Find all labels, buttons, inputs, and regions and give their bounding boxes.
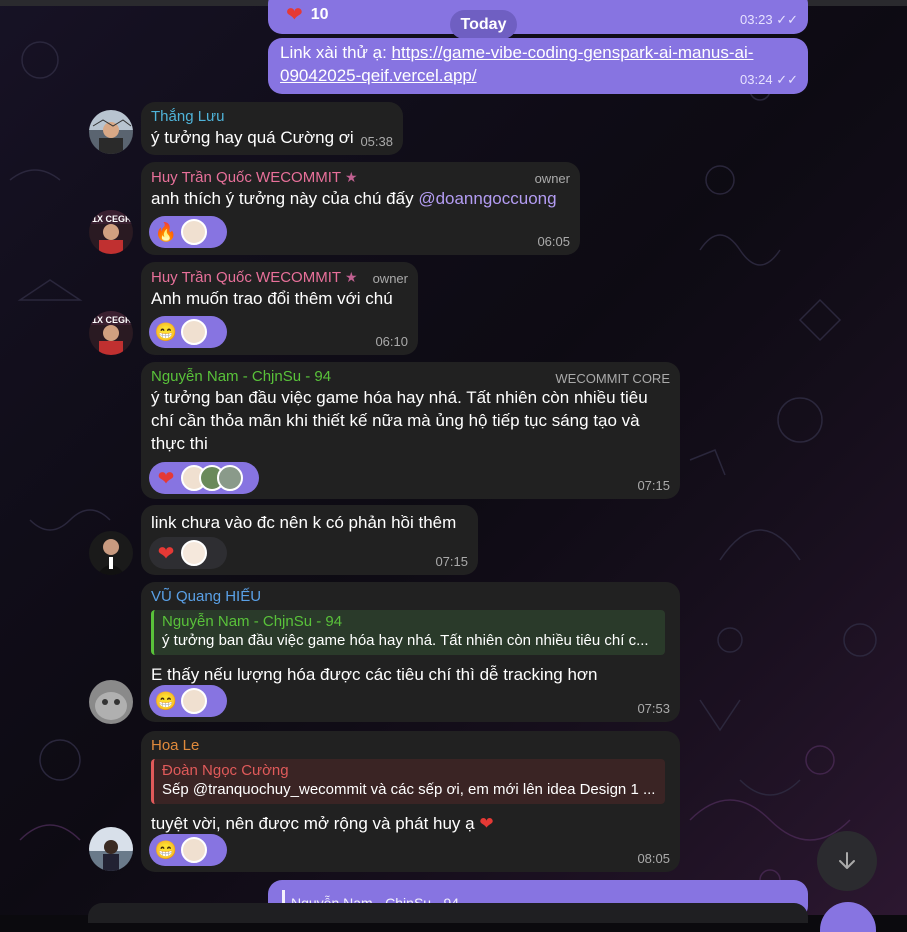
- message-bubble[interactable]: Huy Trần Quốc WECOMMIT ★ owner Anh muốn t…: [141, 262, 418, 355]
- message-time: 08:05: [637, 851, 670, 866]
- message-time: 06:05: [537, 234, 570, 249]
- reaction-chip[interactable]: ❤: [149, 462, 259, 494]
- avatar[interactable]: [89, 827, 133, 871]
- reactor-avatar: [181, 540, 207, 566]
- svg-text:1X CEGR: 1X CEGR: [92, 315, 132, 325]
- avatar[interactable]: [89, 110, 133, 154]
- message-text: E thấy nếu lượng hóa được các tiêu chí t…: [151, 665, 598, 684]
- reply-text: Sếp @tranquochuy_wecommit và các sếp ơi,…: [162, 781, 656, 798]
- reply-preview[interactable]: Nguyễn Nam - ChjnSu - 94: [282, 890, 794, 904]
- send-button[interactable]: [820, 902, 876, 932]
- message-text: Anh muốn trao đổi thêm với chú: [151, 289, 393, 308]
- message-text: link chưa vào đc nên k có phản hồi thêm: [151, 513, 457, 532]
- reactor-avatar: [181, 837, 207, 863]
- svg-text:1X CEGR: 1X CEGR: [92, 214, 132, 224]
- mention-link[interactable]: @doanngoccuong: [418, 189, 556, 208]
- message-text: ý tưởng ban đầu việc game hóa hay nhá. T…: [151, 388, 648, 453]
- arrow-down-icon: [839, 852, 855, 869]
- double-check-icon: ✓✓: [776, 12, 798, 27]
- message-time: 06:10: [375, 334, 408, 349]
- message-text: anh thích ý tưởng này của chú đấy @doann…: [151, 189, 557, 208]
- reactor-avatar: [217, 465, 243, 491]
- star-icon: ★: [345, 269, 358, 285]
- message-text: tuyệt vời, nên được mở rộng và phát huy …: [151, 814, 494, 833]
- message-bubble-outgoing[interactable]: ❤ 10 03:23 ✓✓: [268, 0, 808, 34]
- reply-preview[interactable]: Nguyễn Nam - ChjnSu - 94 ý tưởng ban đầu…: [151, 610, 665, 655]
- reply-sender-name: Đoàn Ngọc Cường: [162, 762, 289, 779]
- reaction-chip[interactable]: 😁: [149, 834, 227, 866]
- heart-icon: ❤: [286, 4, 303, 26]
- scroll-down-button[interactable]: [817, 831, 877, 891]
- message-text: ý tưởng hay quá Cường ơi: [151, 128, 354, 147]
- sender-name[interactable]: Huy Trần Quốc WECOMMIT ★: [151, 268, 408, 287]
- message-time: 03:24 ✓✓: [740, 72, 798, 87]
- heart-icon: ❤: [157, 467, 175, 490]
- date-divider: Today: [450, 10, 517, 39]
- reaction-chip[interactable]: 🔥: [149, 216, 227, 248]
- reply-text: ý tưởng ban đầu việc game hóa hay nhá. T…: [162, 632, 649, 649]
- avatar[interactable]: 1X CEGR: [89, 210, 133, 254]
- message-bubble[interactable]: Thắng Lưu ý tưởng hay quá Cường ơi 05:38: [141, 102, 403, 155]
- message-bubble[interactable]: Nguyễn Nam - ChjnSu - 94 WECOMMIT CORE ý…: [141, 362, 680, 499]
- fire-icon: 🔥: [154, 221, 178, 242]
- grin-icon: 😁: [154, 690, 178, 711]
- reaction-chip[interactable]: 😁: [149, 316, 227, 348]
- message-time: 07:15: [435, 554, 468, 569]
- reaction-count: 10: [310, 5, 329, 23]
- message-time: 03:23 ✓✓: [740, 12, 798, 27]
- message-bubble[interactable]: Hoa Le Đoàn Ngọc Cường Sếp @tranquochuy_…: [141, 731, 680, 872]
- message-bubble[interactable]: Huy Trần Quốc WECOMMIT ★ owner anh thích …: [141, 162, 580, 255]
- avatar[interactable]: [89, 531, 133, 575]
- double-check-icon: ✓✓: [776, 72, 798, 87]
- message-bubble-outgoing[interactable]: Link xài thử ạ: https://game-vibe-coding…: [268, 38, 808, 94]
- avatar[interactable]: 1X CEGR: [89, 311, 133, 355]
- sender-name[interactable]: Huy Trần Quốc WECOMMIT ★: [151, 168, 570, 187]
- message-time: 05:38: [360, 134, 393, 149]
- sender-name[interactable]: Thắng Lưu: [151, 108, 393, 126]
- sender-name[interactable]: Hoa Le: [151, 737, 670, 755]
- sender-name[interactable]: VŨ Quang HIẾU: [151, 588, 670, 606]
- reactor-avatar: [181, 219, 207, 245]
- grin-icon: 😁: [154, 321, 178, 342]
- message-time: 07:15: [637, 478, 670, 493]
- reply-preview[interactable]: Đoàn Ngọc Cường Sếp @tranquochuy_wecommi…: [151, 759, 665, 804]
- message-text: Link xài thử ạ: https://game-vibe-coding…: [280, 43, 754, 85]
- heart-icon: ❤: [157, 542, 175, 565]
- grin-icon: 😁: [154, 839, 178, 860]
- member-role: owner: [372, 271, 408, 286]
- message-bubble[interactable]: link chưa vào đc nên k có phản hồi thêm …: [141, 505, 478, 575]
- member-role: WECOMMIT CORE: [555, 371, 670, 386]
- message-time: 07:53: [637, 701, 670, 716]
- reaction-chip[interactable]: ❤: [149, 537, 227, 569]
- message-composer[interactable]: [88, 903, 808, 923]
- reactor-avatar: [181, 688, 207, 714]
- star-icon: ★: [345, 169, 358, 185]
- reactor-avatar: [181, 319, 207, 345]
- heart-icon: ❤: [479, 814, 494, 833]
- member-role: owner: [534, 171, 570, 186]
- message-bubble[interactable]: VŨ Quang HIẾU Nguyễn Nam - ChjnSu - 94 ý…: [141, 582, 680, 722]
- reaction-summary[interactable]: ❤ 10: [286, 2, 329, 27]
- avatar[interactable]: [89, 680, 133, 724]
- reply-sender-name: Nguyễn Nam - ChjnSu - 94: [162, 613, 343, 630]
- reaction-chip[interactable]: 😁: [149, 685, 227, 717]
